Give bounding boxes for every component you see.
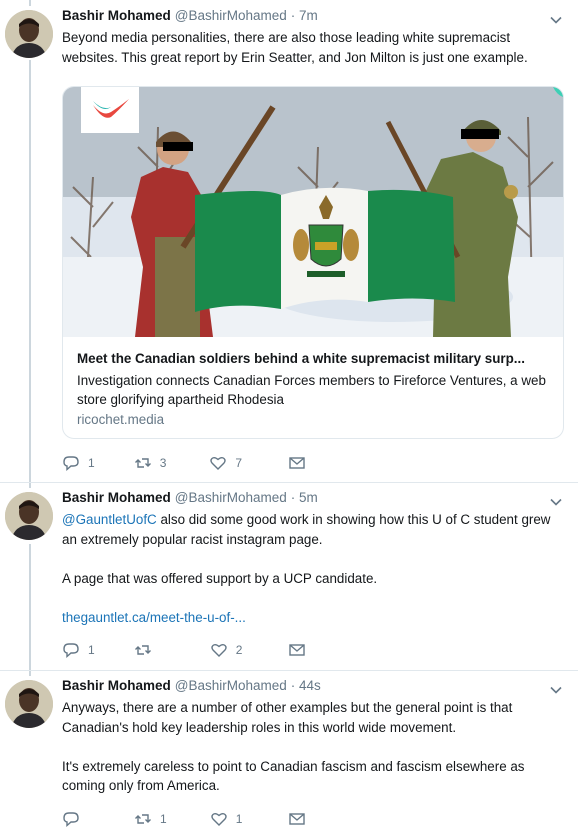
envelope-icon (289, 457, 305, 469)
avatar[interactable] (5, 10, 53, 58)
heart-icon (210, 644, 227, 657)
tweet-actions: 1 3 7 (62, 453, 306, 473)
heart-icon (210, 813, 227, 826)
like-button[interactable]: 2 (210, 641, 243, 659)
chevron-down-icon[interactable] (548, 682, 564, 698)
envelope-icon (289, 644, 306, 656)
retweet-button[interactable] (134, 641, 167, 659)
tweet-text: @GauntletUofC also did some good work in… (62, 510, 562, 627)
like-count: 1 (235, 812, 243, 826)
mention-link[interactable]: @GauntletUofC (62, 512, 157, 527)
tweet[interactable]: Bashir Mohamed @BashirMohamed · 44s Anyw… (0, 678, 578, 833)
direct-message-button[interactable] (288, 810, 306, 828)
link-card[interactable]: Meet the Canadian soldiers behind a whit… (62, 86, 564, 439)
card-description: Investigation connects Canadian Forces m… (77, 373, 546, 407)
tweet[interactable]: Bashir Mohamed @BashirMohamed · 7m Beyon… (0, 8, 578, 488)
divider (0, 670, 578, 671)
author-name[interactable]: Bashir Mohamed (62, 678, 171, 693)
like-button[interactable]: 7 (209, 454, 242, 472)
chevron-down-icon[interactable] (548, 12, 564, 28)
author-handle[interactable]: @BashirMohamed (175, 8, 287, 23)
tweet-paragraph: A page that was offered support by a UCP… (62, 570, 378, 586)
retweet-icon (134, 645, 151, 655)
tweet-actions: 1 1 (62, 809, 306, 829)
reply-count: 1 (88, 456, 95, 470)
tweet-paragraph: thegauntlet.ca/meet-the-u-of-... (62, 608, 562, 628)
retweet-button[interactable]: 3 (134, 454, 167, 472)
author-handle[interactable]: @BashirMohamed (175, 490, 287, 505)
chevron-down-icon[interactable] (548, 494, 564, 510)
reply-count: 1 (88, 643, 95, 657)
reply-button[interactable] (62, 810, 95, 828)
retweet-icon (135, 814, 151, 824)
tweet-paragraph: @GauntletUofC also did some good work in… (62, 510, 562, 549)
reply-icon (63, 643, 79, 659)
avatar[interactable] (5, 492, 53, 540)
like-count: 2 (235, 643, 243, 657)
retweet-count: 3 (159, 456, 167, 470)
reply-button[interactable]: 1 (62, 641, 95, 659)
timestamp[interactable]: · 44s (291, 678, 321, 693)
direct-message-button[interactable] (288, 641, 306, 659)
card-domain: ricochet.media (77, 412, 165, 427)
tweet-paragraph: Beyond media personalities, there are al… (62, 30, 528, 65)
like-button[interactable]: 1 (210, 810, 243, 828)
tweet-header: Bashir Mohamed @BashirMohamed · 44s (62, 678, 321, 698)
external-link[interactable]: thegauntlet.ca/meet-the-u-of-... (62, 610, 246, 625)
envelope-icon (289, 813, 306, 825)
tweet-text: Beyond media personalities, there are al… (62, 28, 562, 67)
tweet[interactable]: Bashir Mohamed @BashirMohamed · 5m @Gaun… (0, 490, 578, 670)
divider (0, 482, 578, 483)
card-title[interactable]: Meet the Canadian soldiers behind a whit… (77, 351, 552, 366)
reply-icon (63, 812, 79, 828)
author-handle[interactable]: @BashirMohamed (175, 678, 287, 693)
reply-icon (63, 456, 79, 472)
avatar[interactable] (5, 680, 53, 728)
card-image (63, 87, 563, 337)
timestamp[interactable]: · 5m (291, 490, 318, 505)
tweet-header: Bashir Mohamed @BashirMohamed · 5m (62, 490, 318, 510)
retweet-button[interactable]: 1 (134, 810, 167, 828)
timestamp[interactable]: · 7m (291, 8, 318, 23)
tweet-paragraph: Anyways, there are a number of other exa… (62, 700, 513, 735)
tweet-paragraph: It's extremely careless to point to Cana… (62, 758, 525, 794)
thread-line (29, 0, 31, 6)
reply-button[interactable]: 1 (62, 454, 95, 472)
tweet-text: Anyways, there are a number of other exa… (62, 698, 562, 796)
like-count: 7 (235, 456, 243, 470)
author-name[interactable]: Bashir Mohamed (62, 490, 171, 505)
tweet-header: Bashir Mohamed @BashirMohamed · 7m (62, 8, 318, 28)
author-name[interactable]: Bashir Mohamed (62, 8, 171, 23)
retweet-count: 1 (160, 812, 167, 826)
tweet-actions: 1 2 (62, 640, 306, 660)
heart-icon (210, 457, 227, 470)
retweet-icon (134, 458, 151, 468)
direct-message-button[interactable] (288, 454, 306, 472)
